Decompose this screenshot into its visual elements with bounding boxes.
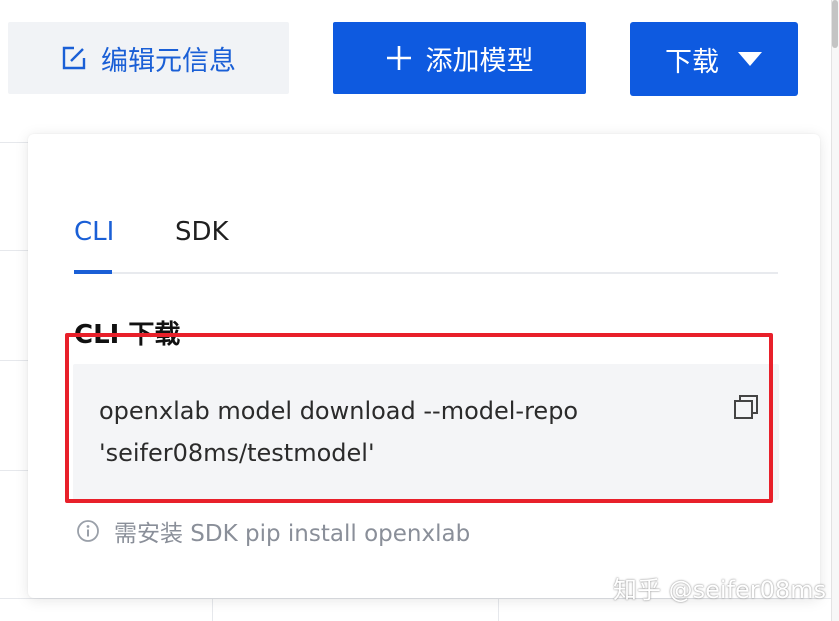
edit-icon: [61, 45, 87, 71]
command-text[interactable]: openxlab model download --model-repo 'se…: [99, 390, 659, 474]
scrollbar[interactable]: [831, 0, 839, 621]
bg-column-divider: [212, 598, 213, 621]
bg-divider: [0, 250, 28, 251]
section-title: CLI 下载: [74, 320, 181, 350]
install-hint: 需安装 SDK pip install openxlab: [76, 514, 470, 548]
edit-metadata-button[interactable]: 编辑元信息: [8, 22, 289, 94]
bg-column-divider: [498, 598, 499, 621]
bg-divider: [0, 142, 28, 143]
tab-bar: CLI SDK: [74, 214, 778, 274]
add-model-label: 添加模型: [425, 45, 534, 77]
download-label: 下载: [665, 46, 719, 78]
install-hint-text: 需安装 SDK pip install openxlab: [114, 521, 471, 547]
add-model-button[interactable]: 添加模型: [333, 22, 586, 94]
bg-divider: [0, 470, 28, 471]
info-icon: [76, 519, 100, 543]
download-popover: CLI SDK CLI 下载 openxlab model download -…: [28, 134, 820, 598]
watermark: 知乎 @seifer08ms: [613, 576, 827, 604]
edit-metadata-label: 编辑元信息: [101, 45, 236, 77]
tab-sdk[interactable]: SDK: [175, 214, 229, 272]
bg-divider: [0, 360, 28, 361]
download-button[interactable]: 下载: [630, 22, 798, 96]
caret-down-icon: [737, 50, 763, 68]
scrollbar-thumb[interactable]: [832, 0, 838, 48]
tab-cli[interactable]: CLI: [74, 214, 114, 274]
command-box: openxlab model download --model-repo 'se…: [73, 364, 779, 500]
plus-icon: [386, 45, 412, 71]
copy-icon[interactable]: [733, 394, 759, 424]
